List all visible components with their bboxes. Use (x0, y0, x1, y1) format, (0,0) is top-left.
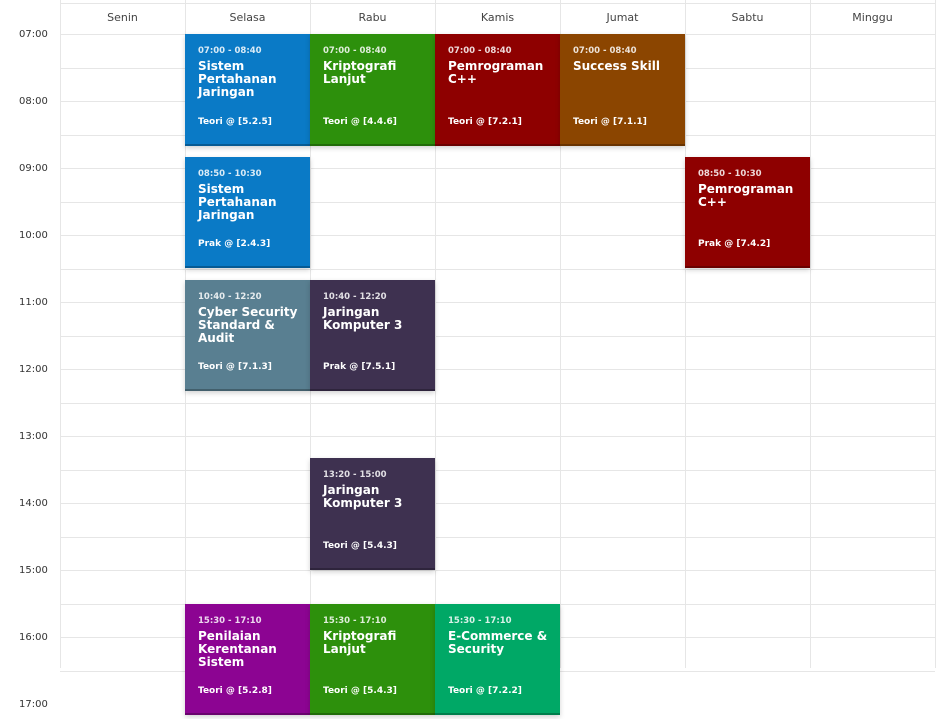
event-time: 07:00 - 08:40 (448, 46, 512, 56)
event-location: Teori @ [7.1.1] (573, 116, 647, 127)
time-label: 08:00 (19, 96, 48, 107)
time-label: 16:00 (19, 632, 48, 643)
event-location: Teori @ [5.2.8] (198, 686, 272, 696)
time-label: 17:00 (19, 699, 48, 710)
event-time: 10:40 - 12:20 (198, 291, 262, 302)
event-time: 15:30 - 17:10 (448, 615, 512, 626)
event-location: Prak @ [7.4.2] (698, 239, 771, 250)
schedule-event-card[interactable]: 15:30 - 17:10 E-Commerce & Security Teori … (435, 603, 560, 715)
weekly-schedule-calendar: Senin Selasa Rabu Kamis Jumat Sabtu Minggu 07:… (0, 0, 942, 719)
event-location: Teori @ [7.2.2] (448, 686, 522, 696)
event-location: Teori @ [5.4.3] (323, 686, 397, 696)
grid-line-horizontal (60, 469, 935, 471)
schedule-event-card[interactable]: 13:20 - 15:00 Jaringan Komputer 3 Teori @ … (310, 458, 435, 570)
event-time: 08:50 - 10:30 (698, 168, 762, 179)
event-title: E-Commerce & Security (448, 628, 548, 656)
event-time: 08:50 - 10:30 (198, 168, 262, 179)
grid-line-horizontal (60, 503, 935, 504)
event-time: 10:40 - 12:20 (323, 291, 387, 302)
schedule-event-card[interactable]: 08:50 - 10:30 Pemrograman C++ Prak @ [7.4.… (685, 156, 810, 269)
time-label: 14:00 (19, 498, 48, 509)
grid-line-horizontal (60, 536, 935, 538)
day-header-jumat: Jumat (606, 10, 639, 24)
event-time: 15:30 - 17:10 (323, 615, 387, 626)
event-time: 13:20 - 15:00 (323, 470, 387, 481)
event-location: Teori @ [7.1.3] (198, 362, 272, 373)
event-title: Penilaian Kerentanan Sistem (198, 628, 277, 669)
day-header-rabu: Rabu (358, 10, 387, 24)
event-title: Sistem Pertahanan Jaringan (198, 59, 277, 99)
schedule-event-card[interactable]: 07:00 - 08:40 Pemrograman C++ Teori @ [7.2… (435, 34, 560, 146)
event-title: Kriptografi Lanjut (323, 628, 397, 656)
event-title: Pemrograman C++ (448, 59, 544, 86)
schedule-event-card[interactable]: 08:50 - 10:30 Sistem Pertahanan Jaringan P… (185, 156, 310, 269)
day-header-senin: Senin (107, 10, 138, 24)
event-title: Kriptografi Lanjut (323, 59, 397, 86)
grid-line-horizontal (60, 402, 935, 404)
grid-line-horizontal (60, 436, 935, 437)
event-location: Prak @ [2.4.3] (198, 239, 271, 250)
event-time: 07:00 - 08:40 (323, 46, 387, 56)
day-header-sabtu: Sabtu (731, 10, 764, 24)
grid-line-vertical (810, 0, 811, 668)
time-label: 13:00 (19, 431, 48, 442)
time-label: 15:00 (19, 565, 48, 576)
event-location: Teori @ [4.4.6] (323, 116, 397, 127)
time-label: 11:00 (19, 297, 48, 308)
grid-line-vertical (60, 0, 61, 668)
grid-line-vertical (935, 0, 936, 668)
grid-line-horizontal (60, 570, 935, 571)
day-header-kamis: Kamis (480, 10, 515, 24)
time-label: 12:00 (19, 364, 48, 375)
event-title: Sistem Pertahanan Jaringan (198, 181, 277, 222)
event-location: Teori @ [5.4.3] (323, 540, 397, 551)
time-label: 07:00 (19, 29, 48, 40)
event-title: Success Skill (573, 59, 660, 73)
event-location: Teori @ [7.2.1] (448, 116, 522, 127)
event-location: Teori @ [5.2.5] (198, 116, 272, 127)
day-header-minggu: Minggu (852, 10, 893, 24)
event-title: Pemrograman C++ (698, 181, 794, 209)
time-label: 09:00 (19, 163, 48, 174)
schedule-event-card[interactable]: 07:00 - 08:40 Success Skill Teori @ [7.1.1… (560, 34, 685, 146)
time-label: 10:00 (19, 230, 48, 241)
schedule-event-card[interactable]: 10:40 - 12:20 Cyber Security Standard & A… (185, 279, 310, 392)
event-time: 07:00 - 08:40 (573, 46, 637, 56)
schedule-event-card[interactable]: 07:00 - 08:40 Kriptografi Lanjut Teori @ [… (310, 34, 435, 146)
event-title: Cyber Security Standard & Audit (198, 304, 298, 345)
schedule-event-card[interactable]: 15:30 - 17:10 Penilaian Kerentanan Sistem… (185, 603, 310, 715)
event-time: 07:00 - 08:40 (198, 46, 262, 56)
schedule-event-card[interactable]: 10:40 - 12:20 Jaringan Komputer 3 Prak @ [… (310, 279, 435, 392)
schedule-event-card[interactable]: 15:30 - 17:10 Kriptografi Lanjut Teori @ [… (310, 603, 435, 715)
grid-line-horizontal (60, 268, 935, 270)
event-location: Prak @ [7.5.1] (323, 362, 396, 373)
grid-line-vertical (685, 0, 686, 668)
event-time: 15:30 - 17:10 (198, 615, 262, 626)
event-title: Jaringan Komputer 3 (323, 304, 403, 332)
event-title: Jaringan Komputer 3 (323, 483, 403, 511)
schedule-event-card[interactable]: 07:00 - 08:40 Sistem Pertahanan Jaringan T… (185, 34, 310, 146)
day-header-selasa: Selasa (229, 10, 266, 24)
